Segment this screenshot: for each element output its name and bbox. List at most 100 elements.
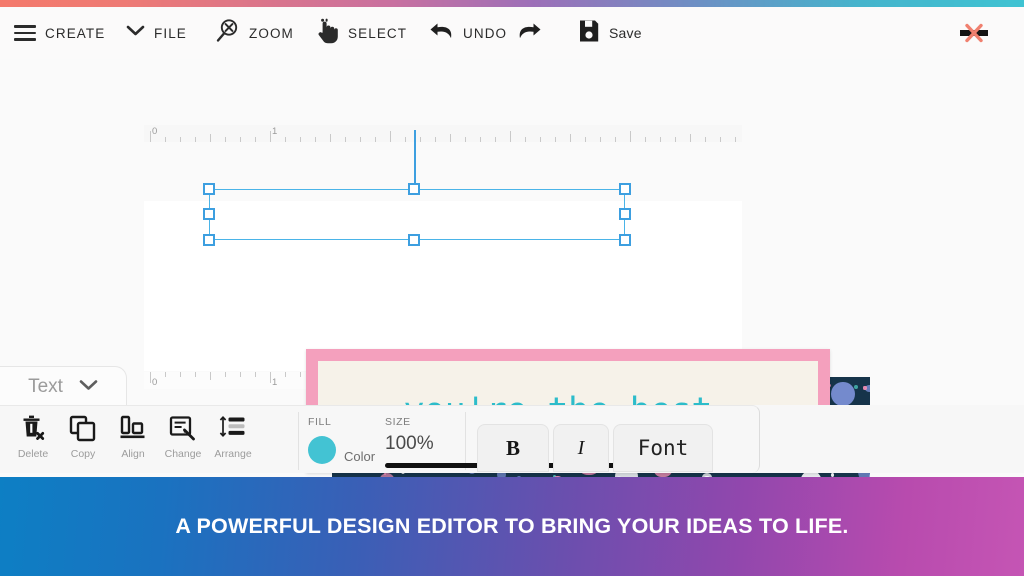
selection-bounding-box[interactable]: [209, 189, 625, 240]
bold-button[interactable]: B: [477, 424, 549, 472]
handle-middle-left[interactable]: [203, 208, 215, 220]
divider-right: [465, 412, 466, 470]
canvas-stage[interactable]: 01 01234 you're the best.: [0, 59, 1024, 513]
ruler-label: 0: [152, 377, 158, 388]
object-tools-group: Delete Copy Align Change Arrange: [8, 406, 258, 474]
create-menu-button[interactable]: CREATE: [14, 7, 105, 59]
app-root: CREATE FILE ZOOM SELECT UNDO Save 0 1 0 …: [0, 0, 1024, 576]
arrange-label: Arrange: [214, 448, 252, 460]
change-label: Change: [164, 448, 202, 460]
size-section: SIZE 100%: [385, 416, 434, 455]
chevron-down-icon: [126, 24, 145, 42]
ruler-tick: [150, 372, 151, 383]
fill-caption: FILL: [308, 416, 332, 428]
ruler-tick: [165, 372, 166, 377]
fill-color-swatch[interactable]: [308, 436, 336, 464]
handle-bottom-right[interactable]: [619, 234, 631, 246]
ruler-tick: [705, 137, 706, 142]
ruler-tick: [465, 137, 466, 142]
arrange-button[interactable]: Arrange: [208, 406, 258, 474]
ruler-tick: [735, 137, 736, 142]
ruler-tick: [300, 372, 301, 377]
ruler-tick: [615, 137, 616, 142]
ruler-tick: [390, 131, 391, 142]
ruler-label: 0: [152, 126, 158, 137]
ruler-tick: [450, 134, 451, 142]
ruler-tick: [630, 131, 631, 142]
ruler-tick: [405, 137, 406, 142]
italic-button[interactable]: I: [553, 424, 609, 472]
paint-splatter-dot: [853, 384, 858, 389]
ruler-tick: [420, 137, 421, 142]
handle-middle-right[interactable]: [619, 208, 631, 220]
ruler-tick: [255, 137, 256, 142]
ruler-tick: [300, 137, 301, 142]
handle-top-center[interactable]: [408, 183, 420, 195]
ruler-tick: [555, 137, 556, 142]
ruler-tick: [165, 137, 166, 142]
copy-button[interactable]: Copy: [58, 406, 108, 474]
promo-banner-text: A POWERFUL DESIGN EDITOR TO BRING YOUR I…: [175, 514, 849, 538]
ruler-tick: [675, 137, 676, 142]
ruler-tick: [285, 137, 286, 142]
ruler-tick: [315, 137, 316, 142]
delete-button[interactable]: Delete: [8, 406, 58, 474]
file-menu-button[interactable]: FILE: [126, 7, 187, 59]
zoom-tool-button[interactable]: ZOOM: [215, 7, 294, 59]
fill-section: FILL Color: [308, 416, 375, 464]
ruler-tick: [480, 137, 481, 142]
top-accent-strip: [0, 0, 1024, 7]
ruler-tick: [375, 137, 376, 142]
object-type-label: Text: [28, 375, 63, 397]
ruler-tick: [345, 137, 346, 142]
ruler-label: 1: [272, 377, 278, 388]
ruler-tick: [690, 134, 691, 142]
redo-button[interactable]: [517, 7, 552, 59]
ruler-tick: [585, 137, 586, 142]
ruler-tick: [510, 131, 511, 142]
size-caption: SIZE: [385, 416, 411, 428]
paint-splatter-dot: [830, 381, 855, 407]
ruler-tick: [255, 372, 256, 377]
save-button[interactable]: Save: [578, 7, 642, 59]
ruler-tick: [495, 137, 496, 142]
divider-left: [298, 412, 299, 470]
ruler-tick: [720, 137, 721, 142]
properties-panel: Delete Copy Align Change Arrange FILL Co…: [0, 405, 760, 473]
ruler-tick: [645, 137, 646, 142]
undo-label: UNDO: [463, 25, 508, 41]
handle-bottom-left[interactable]: [203, 234, 215, 246]
ruler-tick: [600, 137, 601, 142]
delete-label: Delete: [17, 448, 49, 460]
font-button[interactable]: Font: [613, 424, 713, 472]
handle-top-right[interactable]: [619, 183, 631, 195]
align-button[interactable]: Align: [108, 406, 158, 474]
cut-disabled-icon[interactable]: [959, 7, 989, 59]
handle-bottom-center[interactable]: [408, 234, 420, 246]
undo-button[interactable]: UNDO: [428, 7, 507, 59]
ruler-tick: [195, 372, 196, 377]
ruler-tick: [240, 137, 241, 142]
ruler-tick: [660, 137, 661, 142]
ruler-tick: [225, 372, 226, 377]
ruler-tick: [570, 134, 571, 142]
top-toolbar: CREATE FILE ZOOM SELECT UNDO Save: [0, 7, 1024, 59]
zoom-label: ZOOM: [249, 25, 294, 41]
object-type-tab-text[interactable]: Text: [0, 366, 127, 406]
ruler-tick: [180, 372, 181, 377]
ruler-tick: [195, 137, 196, 142]
select-tool-button[interactable]: SELECT: [315, 7, 407, 59]
trash-delete-icon: [18, 413, 48, 445]
handle-top-left[interactable]: [203, 183, 215, 195]
rotation-handle-line: [414, 130, 416, 190]
change-button[interactable]: Change: [158, 406, 208, 474]
ruler-tick: [180, 137, 181, 142]
hamburger-icon: [14, 25, 36, 41]
ruler-tick: [540, 137, 541, 142]
paint-splatter-dot: [383, 472, 387, 475]
size-value: 100%: [385, 433, 434, 454]
redo-arrow-icon: [517, 20, 543, 47]
ruler-tick: [525, 137, 526, 142]
ruler-tick: [240, 372, 241, 377]
zoom-icon: [215, 18, 240, 48]
